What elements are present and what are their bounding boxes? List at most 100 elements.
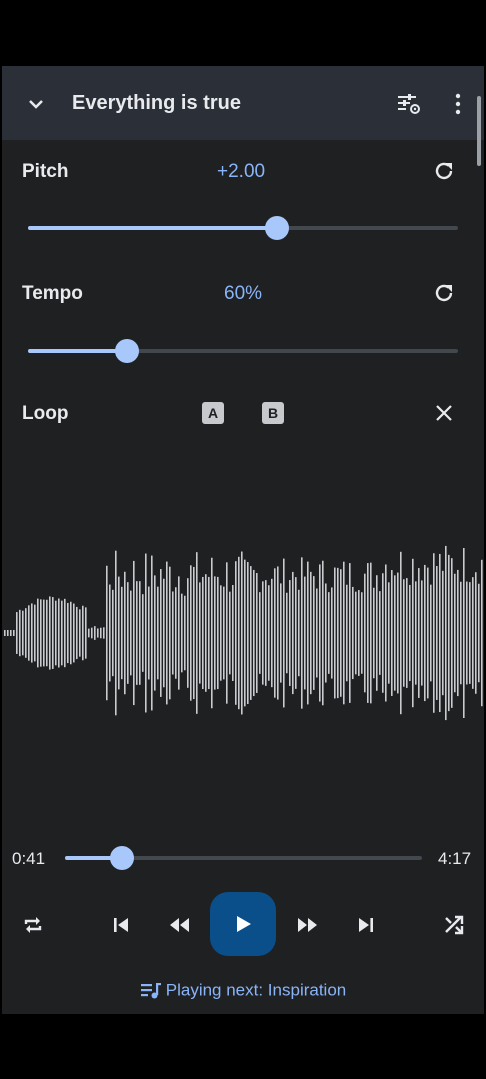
shuffle-icon[interactable]	[442, 913, 466, 937]
waveform-bar	[328, 592, 330, 674]
waveform-bar	[400, 551, 402, 715]
waveform-bar	[427, 567, 429, 699]
waveform-bar	[331, 587, 333, 679]
more-vert-icon[interactable]	[446, 92, 470, 116]
seek-slider[interactable]	[65, 846, 422, 870]
waveform-bar	[208, 576, 210, 690]
waveform-bar	[139, 581, 141, 685]
seek-slider-thumb[interactable]	[110, 846, 135, 870]
waveform-bar	[481, 559, 483, 707]
pitch-reset-icon[interactable]	[432, 159, 456, 183]
waveform-bar	[421, 580, 423, 686]
waveform-bar	[64, 598, 66, 668]
tempo-slider-fill	[28, 349, 127, 353]
fast-forward-icon[interactable]	[294, 914, 320, 936]
queue-music-icon	[140, 982, 161, 999]
waveform-bar	[85, 607, 87, 659]
waveform-bar	[301, 557, 303, 709]
waveform-bar	[367, 563, 369, 703]
waveform-bar	[232, 585, 234, 681]
loop-point-b-button[interactable]: B	[262, 402, 284, 424]
waveform-bar	[451, 558, 453, 708]
waveform-bar	[391, 570, 393, 696]
pitch-slider[interactable]	[28, 216, 458, 240]
waveform-bar	[103, 627, 105, 639]
waveform-bar	[283, 558, 285, 708]
waveform-bar	[91, 627, 93, 639]
current-time: 0:41	[12, 849, 46, 868]
skip-previous-icon[interactable]	[110, 914, 132, 936]
waveform-bar	[364, 573, 366, 693]
waveform-bar	[412, 558, 414, 708]
tempo-slider[interactable]	[28, 339, 458, 363]
play-button[interactable]	[210, 892, 276, 956]
close-icon[interactable]	[434, 403, 454, 423]
waveform-bar	[211, 557, 213, 709]
waveform-bar	[313, 576, 315, 690]
tempo-reset-icon[interactable]	[432, 281, 456, 305]
waveform-bar	[181, 593, 183, 673]
waveform-bar	[115, 550, 117, 716]
waveform-bar	[442, 570, 444, 696]
waveform-bar	[310, 571, 312, 695]
chevron-down-icon[interactable]	[24, 92, 48, 116]
waveform-bar	[418, 568, 420, 698]
waveform-bar	[337, 567, 339, 699]
waveform-bar	[34, 604, 36, 662]
skip-next-icon[interactable]	[355, 914, 377, 936]
loop-point-a-button[interactable]: A	[202, 402, 224, 424]
up-next[interactable]: Playing next: Inspiration	[2, 980, 484, 1001]
waveform-bar	[454, 573, 456, 693]
waveform-bar	[241, 551, 243, 715]
waveform-bar	[184, 595, 186, 671]
waveform-bar	[31, 603, 33, 663]
waveform-bar	[388, 582, 390, 684]
waveform-bar	[163, 578, 165, 688]
waveform-bar	[127, 582, 129, 684]
waveform-bar	[478, 583, 480, 683]
tune-settings-icon[interactable]	[396, 92, 422, 116]
waveform-bar	[109, 584, 111, 682]
waveform-bar	[172, 591, 174, 675]
waveform-bar	[70, 601, 72, 665]
waveform-bar	[469, 582, 471, 684]
waveform-bar	[385, 564, 387, 702]
waveform-bar	[370, 562, 372, 704]
waveform-bar	[160, 569, 162, 697]
waveform-bar	[256, 573, 258, 693]
waveform-bar	[16, 612, 18, 654]
waveform-bar	[25, 608, 27, 658]
waveform-bar	[199, 582, 201, 684]
waveform-bar	[22, 610, 24, 656]
waveform-bar	[67, 602, 69, 664]
pitch-slider-thumb[interactable]	[265, 216, 290, 240]
waveform-bar	[340, 569, 342, 697]
fast-rewind-icon[interactable]	[167, 914, 193, 936]
waveform-bar	[130, 590, 132, 676]
waveform-bar	[436, 566, 438, 700]
pitch-value: +2.00	[217, 161, 266, 182]
waveform-bar	[247, 562, 249, 704]
waveform-bar	[307, 561, 309, 705]
waveform[interactable]	[2, 526, 484, 746]
waveform-bar	[292, 571, 294, 695]
waveform-bar	[10, 630, 12, 636]
header-bar: Everything is true	[2, 66, 484, 140]
waveform-bar	[352, 586, 354, 680]
waveform-bar	[79, 609, 81, 657]
waveform-bar	[322, 560, 324, 706]
waveform-bar	[49, 596, 51, 670]
repeat-icon[interactable]	[21, 913, 45, 937]
waveform-bar	[271, 578, 273, 688]
waveform-bar	[178, 576, 180, 690]
waveform-bar	[229, 591, 231, 675]
waveform-bar	[274, 568, 276, 698]
waveform-bar	[55, 600, 57, 666]
waveform-bar	[373, 587, 375, 679]
scrollbar[interactable]	[477, 96, 481, 166]
waveform-bar	[376, 575, 378, 691]
waveform-bar	[133, 560, 135, 706]
waveform-bar	[175, 587, 177, 679]
tempo-slider-thumb[interactable]	[114, 339, 139, 363]
waveform-bar	[214, 576, 216, 690]
